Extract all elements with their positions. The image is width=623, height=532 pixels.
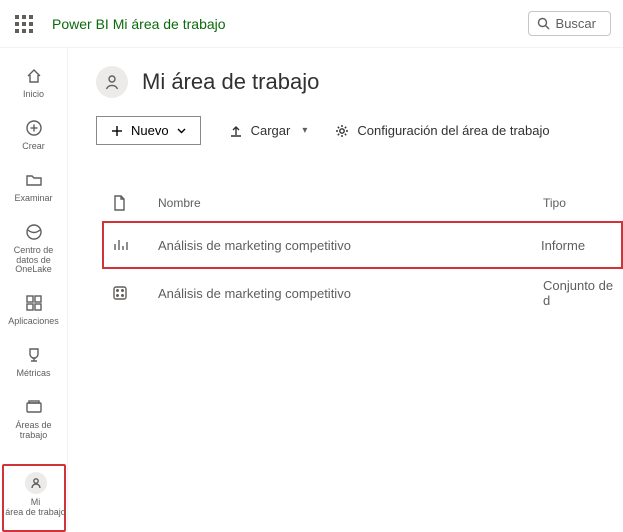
item-name: Análisis de marketing competitivo <box>158 238 541 253</box>
list-item[interactable]: Análisis de marketing competitivo Inform… <box>102 221 623 269</box>
nav-metrics[interactable]: Métricas <box>2 337 66 389</box>
upload-icon <box>229 124 243 138</box>
upload-button[interactable]: Cargar ▾ <box>229 123 308 138</box>
nav-workspaces[interactable]: Áreas de trabajo <box>2 389 66 451</box>
main-content: Mi área de trabajo Nuevo Cargar ▾ Config… <box>68 48 623 532</box>
workspace-settings-button[interactable]: Configuración del área de trabajo <box>335 123 549 138</box>
nav-browse-label: Examinar <box>14 194 52 204</box>
upload-label: Cargar <box>251 123 291 138</box>
nav-workspaces-label: Áreas de trabajo <box>2 421 66 441</box>
nav-metrics-label: Métricas <box>16 369 50 379</box>
nav-create[interactable]: Crear <box>2 110 66 162</box>
gear-icon <box>335 124 349 138</box>
workspaces-icon <box>24 397 44 417</box>
search-button[interactable]: Buscar <box>528 11 611 36</box>
nav-my-workspace[interactable]: Miárea de trabajo <box>4 466 68 524</box>
plus-icon <box>111 125 123 137</box>
file-icon <box>112 195 126 211</box>
nav-onelake-label: Centro de datos de OneLake <box>2 246 66 276</box>
workspace-item-list: Nombre Tipo Análisis de marketing compet… <box>96 189 623 317</box>
list-item[interactable]: Análisis de marketing competitivo Conjun… <box>108 269 623 317</box>
plus-circle-icon <box>24 118 44 138</box>
new-button[interactable]: Nuevo <box>96 116 201 145</box>
nav-browse[interactable]: Examinar <box>2 162 66 214</box>
nav-home-label: Inicio <box>23 90 44 100</box>
trophy-icon <box>24 345 44 365</box>
column-header-name[interactable]: Nombre <box>158 196 543 210</box>
apps-icon <box>24 293 44 313</box>
breadcrumb: Power BI Mi área de trabajo <box>52 16 226 32</box>
new-button-label: Nuevo <box>131 123 169 138</box>
search-icon <box>537 17 550 30</box>
home-icon <box>24 66 44 86</box>
item-type: Informe <box>541 238 621 253</box>
onelake-icon <box>24 222 44 242</box>
nav-home[interactable]: Inicio <box>2 58 66 110</box>
nav-apps[interactable]: Aplicaciones <box>2 285 66 337</box>
item-name: Análisis de marketing competitivo <box>158 286 543 301</box>
breadcrumb-current: Mi área de trabajo <box>113 16 226 32</box>
dataset-icon <box>112 285 128 301</box>
item-type: Conjunto de d <box>543 278 623 308</box>
list-header: Nombre Tipo <box>108 189 623 221</box>
chevron-down-icon: ▾ <box>302 125 307 136</box>
app-launcher-icon[interactable] <box>12 12 36 36</box>
folder-icon <box>24 170 44 190</box>
nav-create-label: Crear <box>22 142 45 152</box>
workspace-settings-label: Configuración del área de trabajo <box>357 123 549 138</box>
brand-name: Power BI <box>52 16 109 32</box>
nav-rail: Inicio Crear Examinar Centro de datos de… <box>0 48 68 532</box>
report-icon <box>112 237 128 253</box>
chevron-down-icon <box>177 126 186 135</box>
workspace-avatar-icon <box>96 66 128 98</box>
nav-my-workspace-label: Miárea de trabajo <box>5 498 66 518</box>
column-header-type[interactable]: Tipo <box>543 196 623 210</box>
nav-onelake[interactable]: Centro de datos de OneLake <box>2 214 66 286</box>
nav-apps-label: Aplicaciones <box>8 317 59 327</box>
page-title: Mi área de trabajo <box>142 69 319 95</box>
person-icon <box>25 472 47 494</box>
search-label: Buscar <box>556 16 596 31</box>
